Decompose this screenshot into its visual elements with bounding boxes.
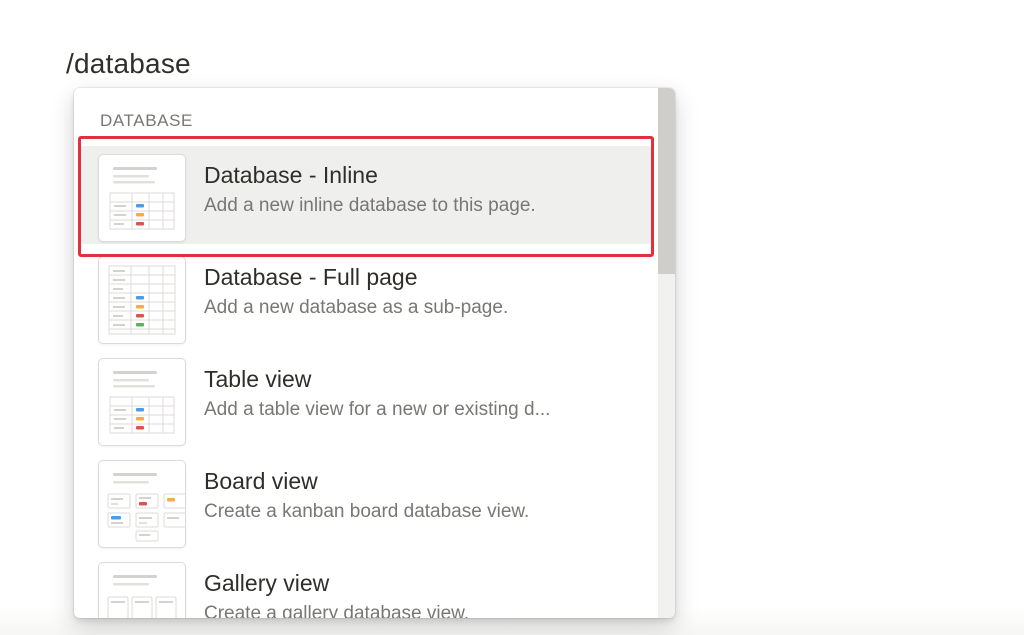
menu-item-title: Gallery view (204, 570, 330, 596)
menu-item-database-full-page[interactable]: Database - Full page Add a new database … (80, 248, 652, 346)
menu-item-board-view[interactable]: Board view Create a kanban board databas… (80, 452, 652, 550)
menu-item-gallery-view[interactable]: Gallery view Create a gallery database v… (80, 554, 652, 618)
menu-item-description: Add a table view for a new or existing d… (204, 399, 551, 420)
board-view-thumbnail-icon (98, 460, 186, 548)
menu-item-description: Add a new database as a sub-page. (204, 297, 509, 318)
menu-item-description: Create a kanban board database view. (204, 501, 530, 522)
menu-item-title: Database - Inline (204, 162, 378, 188)
menu-item-description: Create a gallery database view. (204, 603, 470, 618)
menu-item-table-view[interactable]: Table view Add a table view for a new or… (80, 350, 652, 448)
menu-item-description: Add a new inline database to this page. (204, 195, 536, 216)
menu-item-title: Table view (204, 366, 312, 392)
slash-command-input[interactable]: /database (66, 44, 191, 84)
section-label-database: DATABASE (100, 111, 193, 130)
table-view-thumbnail-icon (98, 358, 186, 446)
gallery-view-thumbnail-icon (98, 562, 186, 618)
notion-editor-page: /database DATABASE Database - Inline Add… (0, 0, 1024, 635)
menu-scrollbar-thumb[interactable] (658, 88, 675, 274)
menu-item-database-inline[interactable]: Database - Inline Add a new inline datab… (80, 146, 652, 244)
full-page-database-thumbnail-icon (98, 256, 186, 344)
menu-item-title: Board view (204, 468, 318, 494)
menu-item-title: Database - Full page (204, 264, 418, 290)
slash-command-menu: DATABASE Database - Inline Add a new inl… (74, 88, 675, 618)
menu-scroll-area[interactable]: DATABASE Database - Inline Add a new inl… (74, 88, 658, 618)
inline-database-thumbnail-icon (98, 154, 186, 242)
